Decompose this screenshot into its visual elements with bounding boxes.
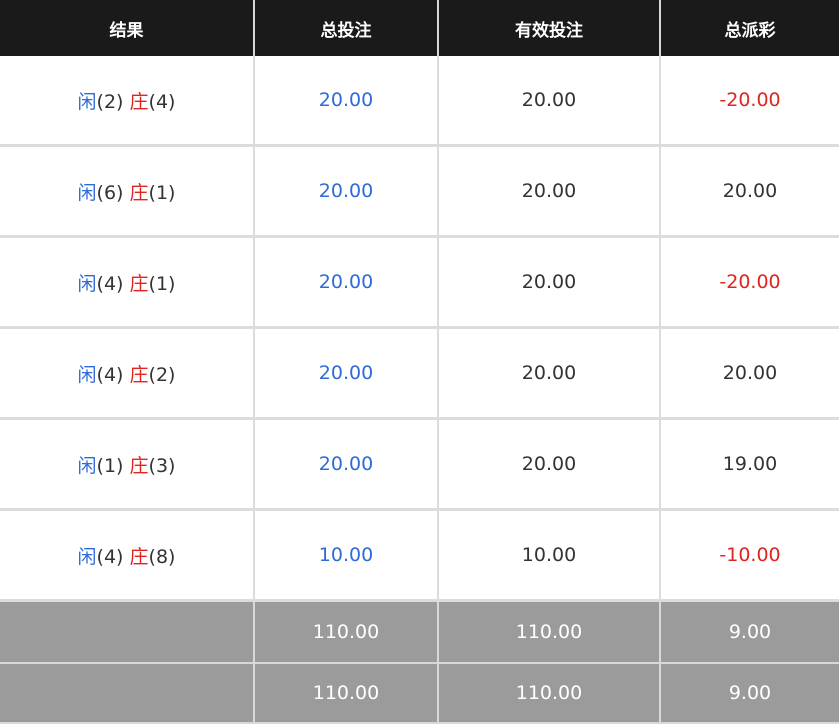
banker-label: 庄 — [129, 90, 149, 113]
banker-score: (2) — [148, 363, 176, 386]
result-cell: 闲(4) 庄(1) — [0, 236, 255, 329]
player-score: (4) — [96, 363, 124, 386]
result-cell: 闲(6) 庄(1) — [0, 145, 255, 238]
player-score: (1) — [96, 454, 124, 477]
table-row: 闲(4) 庄(2) 20.00 20.00 20.00 — [0, 327, 839, 420]
player-label: 闲 — [77, 545, 97, 568]
valid-bet-cell: 20.00 — [438, 145, 661, 238]
banker-score: (1) — [148, 272, 176, 295]
banker-label: 庄 — [129, 181, 149, 204]
table-row: 闲(4) 庄(8) 10.00 10.00 -10.00 — [0, 509, 839, 602]
total-bet-cell: 10.00 — [254, 509, 439, 602]
table-body: 闲(2) 庄(4) 20.00 20.00 -20.00 闲(6) 庄(1) 2… — [0, 56, 839, 602]
total-bet-cell: 20.00 — [254, 418, 439, 511]
header-total-payout: 总派彩 — [660, 0, 839, 56]
result-cell: 闲(2) 庄(4) — [0, 56, 255, 147]
table-row: 闲(4) 庄(1) 20.00 20.00 -20.00 — [0, 236, 839, 329]
totals-label-cell — [0, 600, 255, 664]
banker-score: (4) — [148, 90, 176, 113]
totals-row: 110.00 110.00 9.00 — [0, 663, 839, 724]
player-score: (4) — [96, 545, 124, 568]
banker-label: 庄 — [129, 363, 149, 386]
header-valid-bet: 有效投注 — [438, 0, 661, 56]
banker-label: 庄 — [129, 545, 149, 568]
player-label: 闲 — [77, 272, 97, 295]
total-bet-cell: 20.00 — [254, 327, 439, 420]
totals-payout: 9.00 — [660, 663, 839, 724]
banker-label: 庄 — [129, 454, 149, 477]
valid-bet-cell: 20.00 — [438, 418, 661, 511]
totals-total-bet: 110.00 — [254, 663, 439, 724]
player-label: 闲 — [77, 181, 97, 204]
valid-bet-cell: 20.00 — [438, 236, 661, 329]
player-label: 闲 — [77, 90, 97, 113]
totals-row: 110.00 110.00 9.00 — [0, 600, 839, 664]
valid-bet-cell: 20.00 — [438, 56, 661, 147]
payout-cell: -20.00 — [660, 56, 839, 147]
player-label: 闲 — [77, 454, 97, 477]
result-cell: 闲(4) 庄(8) — [0, 509, 255, 602]
totals-valid-bet: 110.00 — [438, 600, 661, 664]
player-score: (2) — [96, 90, 124, 113]
payout-cell: 20.00 — [660, 145, 839, 238]
totals-payout: 9.00 — [660, 600, 839, 664]
table-footer: 110.00 110.00 9.00 110.00 110.00 9.00 — [0, 600, 839, 724]
total-bet-cell: 20.00 — [254, 56, 439, 147]
total-bet-cell: 20.00 — [254, 145, 439, 238]
table-row: 闲(6) 庄(1) 20.00 20.00 20.00 — [0, 145, 839, 238]
banker-label: 庄 — [129, 272, 149, 295]
total-bet-cell: 20.00 — [254, 236, 439, 329]
result-cell: 闲(4) 庄(2) — [0, 327, 255, 420]
totals-total-bet: 110.00 — [254, 600, 439, 664]
table-row: 闲(2) 庄(4) 20.00 20.00 -20.00 — [0, 56, 839, 147]
totals-valid-bet: 110.00 — [438, 663, 661, 724]
table-header: 结果 总投注 有效投注 总派彩 — [0, 0, 839, 56]
header-result: 结果 — [0, 0, 255, 56]
totals-label-cell — [0, 663, 255, 724]
payout-cell: -20.00 — [660, 236, 839, 329]
bet-records-table: 结果 总投注 有效投注 总派彩 闲(2) 庄(4) 20.00 20.00 -2… — [0, 0, 839, 724]
payout-cell: -10.00 — [660, 509, 839, 602]
valid-bet-cell: 10.00 — [438, 509, 661, 602]
banker-score: (1) — [148, 181, 176, 204]
player-label: 闲 — [77, 363, 97, 386]
result-cell: 闲(1) 庄(3) — [0, 418, 255, 511]
header-total-bet: 总投注 — [254, 0, 439, 56]
payout-cell: 19.00 — [660, 418, 839, 511]
player-score: (4) — [96, 272, 124, 295]
table-row: 闲(1) 庄(3) 20.00 20.00 19.00 — [0, 418, 839, 511]
banker-score: (8) — [148, 545, 176, 568]
banker-score: (3) — [148, 454, 176, 477]
valid-bet-cell: 20.00 — [438, 327, 661, 420]
payout-cell: 20.00 — [660, 327, 839, 420]
player-score: (6) — [96, 181, 124, 204]
